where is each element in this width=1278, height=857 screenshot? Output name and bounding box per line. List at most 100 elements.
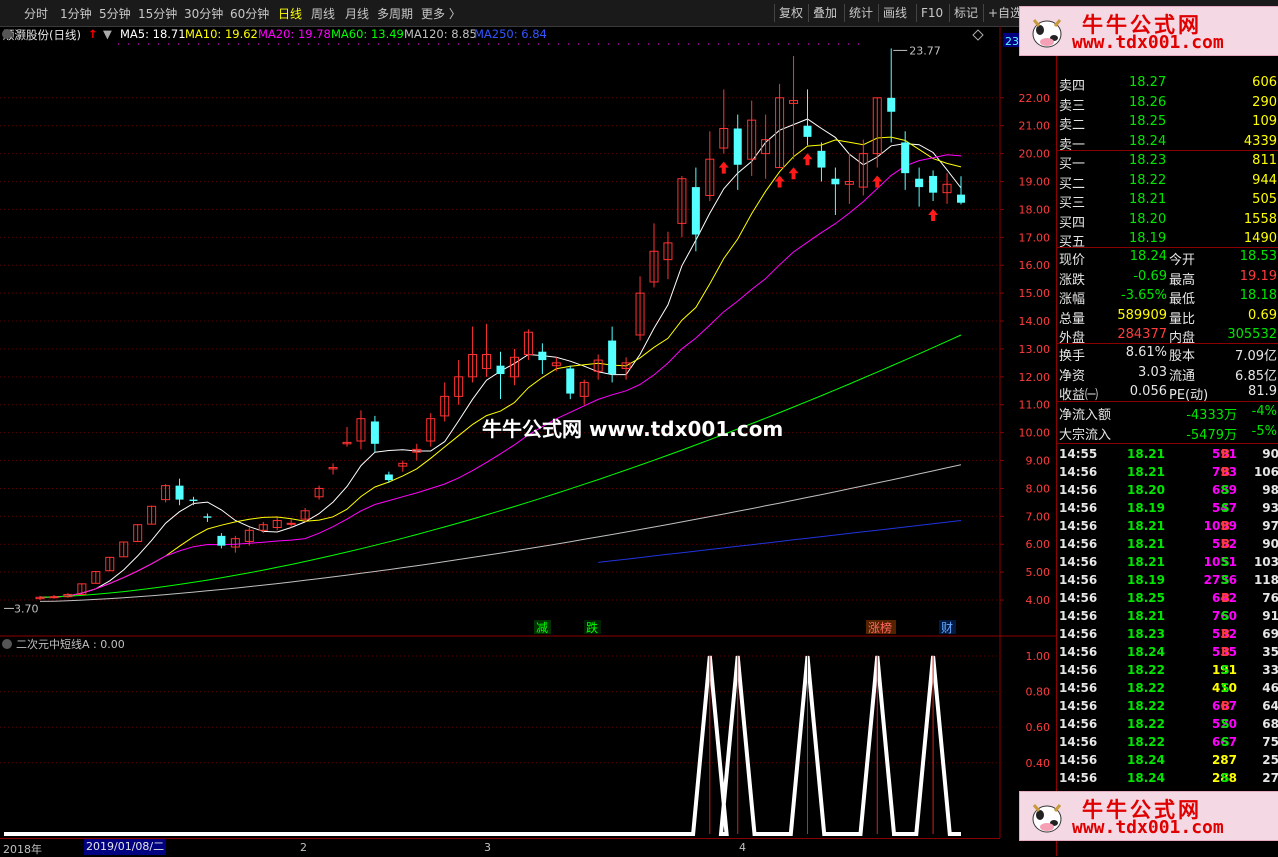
diamond-icon[interactable] xyxy=(972,29,984,41)
bid-volume: 505 xyxy=(1252,192,1277,207)
tick-price: 18.19 xyxy=(1127,573,1165,587)
candle-body xyxy=(887,97,896,112)
event-label[interactable]: 减 xyxy=(536,621,548,635)
fund-row[interactable]: 净资 3.03 流通 6.85亿 xyxy=(1057,364,1278,384)
y-tick-label: 12.00 xyxy=(1019,371,1051,384)
tick-row[interactable]: 14:56 18.24 287 25 xyxy=(1057,752,1278,770)
tick-row[interactable]: 14:56 18.19 547 S 93 xyxy=(1057,500,1278,518)
tick-row[interactable]: 14:56 18.21 1051 S 103 xyxy=(1057,554,1278,572)
event-label[interactable]: 跌 xyxy=(586,620,598,635)
banner-url: www.tdx001.com xyxy=(1072,32,1224,53)
candle-body xyxy=(496,365,505,375)
tick-price: 18.22 xyxy=(1127,663,1165,677)
chart-toggle-icon[interactable] xyxy=(2,29,12,39)
quote-row[interactable]: 涨跌 -0.69 最高 19.19 xyxy=(1057,268,1278,288)
tick-count: 97 xyxy=(1262,519,1278,533)
quote-value: -3.65% xyxy=(1121,288,1167,303)
tick-count: 98 xyxy=(1262,483,1278,497)
event-label[interactable]: 财 xyxy=(941,621,953,635)
tick-row[interactable]: 14:56 18.22 191 S 33 xyxy=(1057,662,1278,680)
indicator-y-label: 0.60 xyxy=(1026,721,1051,734)
tick-row[interactable]: 14:56 18.22 520 S 68 xyxy=(1057,716,1278,734)
tick-row[interactable]: 14:56 18.21 760 S 91 xyxy=(1057,608,1278,626)
low-label: 3.70 xyxy=(14,602,39,615)
tick-row[interactable]: 14:56 18.21 793 B 106 xyxy=(1057,464,1278,482)
tick-count: 103 xyxy=(1253,555,1278,569)
tick-row[interactable]: 14:56 18.23 532 B 69 xyxy=(1057,626,1278,644)
quote-row[interactable]: 总量 589909 量比 0.69 xyxy=(1057,307,1278,327)
quote-row[interactable]: 涨幅 -3.65% 最低 18.18 xyxy=(1057,287,1278,307)
banner-top[interactable]: 牛牛公式网 www.tdx001.com xyxy=(1019,6,1278,56)
bid-row[interactable]: 买四 18.20 1558 xyxy=(1057,211,1278,231)
tick-row[interactable]: 14:56 18.24 535 B 35 xyxy=(1057,644,1278,662)
tick-side: B xyxy=(1221,519,1231,533)
fund-value: 8.61% xyxy=(1125,345,1167,360)
tick-price: 18.20 xyxy=(1127,483,1165,497)
tick-count: 64 xyxy=(1262,699,1278,713)
indicator-toggle-icon[interactable] xyxy=(2,639,12,649)
fund-value: 7.09亿 xyxy=(1235,349,1277,364)
bid-row[interactable]: 买一 18.23 811 xyxy=(1057,152,1278,172)
y-tick-label: 22.00 xyxy=(1019,92,1051,105)
tick-count: 35 xyxy=(1262,645,1278,659)
tick-time: 14:56 xyxy=(1059,465,1098,479)
fund-value: 81.9 xyxy=(1248,384,1277,399)
ask-row[interactable]: 卖三 18.26 290 xyxy=(1057,94,1278,114)
flow-label: 净流入额 xyxy=(1059,408,1112,423)
fund-label: 换手 xyxy=(1059,349,1086,364)
candle-body xyxy=(733,128,742,165)
ask-label: 卖三 xyxy=(1059,98,1086,114)
tick-side: S xyxy=(1221,573,1230,587)
fund-row[interactable]: 换手 8.61% 股本 7.09亿 xyxy=(1057,344,1278,364)
y-tick-label: 13.00 xyxy=(1019,343,1051,356)
quote-row[interactable]: 现价 18.24 今开 18.53 xyxy=(1057,248,1278,268)
tick-side: B xyxy=(1221,627,1231,641)
bid-volume: 1490 xyxy=(1243,231,1277,246)
tick-row[interactable]: 14:56 18.22 410 S 46 xyxy=(1057,680,1278,698)
quote-label: 今开 xyxy=(1169,253,1196,268)
bid-row[interactable]: 买三 18.21 505 xyxy=(1057,191,1278,211)
tick-row[interactable]: 14:56 18.19 2736 S 118 xyxy=(1057,572,1278,590)
cow-logo-icon xyxy=(1032,19,1062,48)
tick-row[interactable]: 14:56 18.20 689 S 98 xyxy=(1057,482,1278,500)
tick-row[interactable]: 14:56 18.24 288 S 27 xyxy=(1057,770,1278,788)
tick-count: 76 xyxy=(1262,591,1278,605)
event-label[interactable]: 涨榜 xyxy=(868,620,892,635)
tick-time: 14:56 xyxy=(1059,537,1098,551)
ask-volume: 606 xyxy=(1252,75,1277,90)
tick-price: 18.21 xyxy=(1127,537,1165,551)
flow-pct: -4% xyxy=(1251,404,1277,419)
tick-row[interactable]: 14:56 18.25 642 B 76 xyxy=(1057,590,1278,608)
candle-body xyxy=(189,499,198,501)
tick-row[interactable]: 14:56 18.22 667 B 64 xyxy=(1057,698,1278,716)
quote-value: 18.18 xyxy=(1239,288,1277,303)
tick-row[interactable]: 14:56 18.21 552 B 90 xyxy=(1057,536,1278,554)
tick-time: 14:56 xyxy=(1059,609,1098,623)
flow-row[interactable]: 大宗流入 -5479万 -5% xyxy=(1057,423,1278,443)
tick-row[interactable]: 14:56 18.22 667 S 75 xyxy=(1057,734,1278,752)
quote-label: 最高 xyxy=(1169,272,1196,288)
ask-row[interactable]: 卖二 18.25 109 xyxy=(1057,113,1278,133)
quote-label: 最低 xyxy=(1169,292,1196,307)
tick-count: 69 xyxy=(1262,627,1278,641)
tick-price: 18.24 xyxy=(1127,771,1165,785)
candle-body xyxy=(217,535,226,546)
tick-count: 75 xyxy=(1262,735,1278,749)
tick-row[interactable]: 14:55 18.21 591 B 90 xyxy=(1057,446,1278,464)
fund-row[interactable]: 收益㈠ 0.056 PE(动) 81.9 xyxy=(1057,383,1278,403)
flow-row[interactable]: 净流入额 -4333万 -4% xyxy=(1057,403,1278,423)
tick-price: 18.21 xyxy=(1127,447,1165,461)
ask-row[interactable]: 卖四 18.27 606 xyxy=(1057,74,1278,94)
quote-value: 305532 xyxy=(1227,327,1277,342)
ask-row[interactable]: 卖一 18.24 4339 xyxy=(1057,133,1278,153)
bid-row[interactable]: 买二 18.22 944 xyxy=(1057,172,1278,192)
tick-side: B xyxy=(1221,645,1231,659)
tick-price: 18.21 xyxy=(1127,555,1165,569)
tick-row[interactable]: 14:56 18.21 1099 B 97 xyxy=(1057,518,1278,536)
up-arrow-icon xyxy=(802,153,813,166)
tick-time: 14:56 xyxy=(1059,501,1098,515)
tick-price: 18.23 xyxy=(1127,627,1165,641)
tick-count: 90 xyxy=(1262,537,1278,551)
up-arrow-icon xyxy=(718,161,729,174)
banner-bottom[interactable]: 牛牛公式网 www.tdx001.com xyxy=(1019,791,1278,841)
